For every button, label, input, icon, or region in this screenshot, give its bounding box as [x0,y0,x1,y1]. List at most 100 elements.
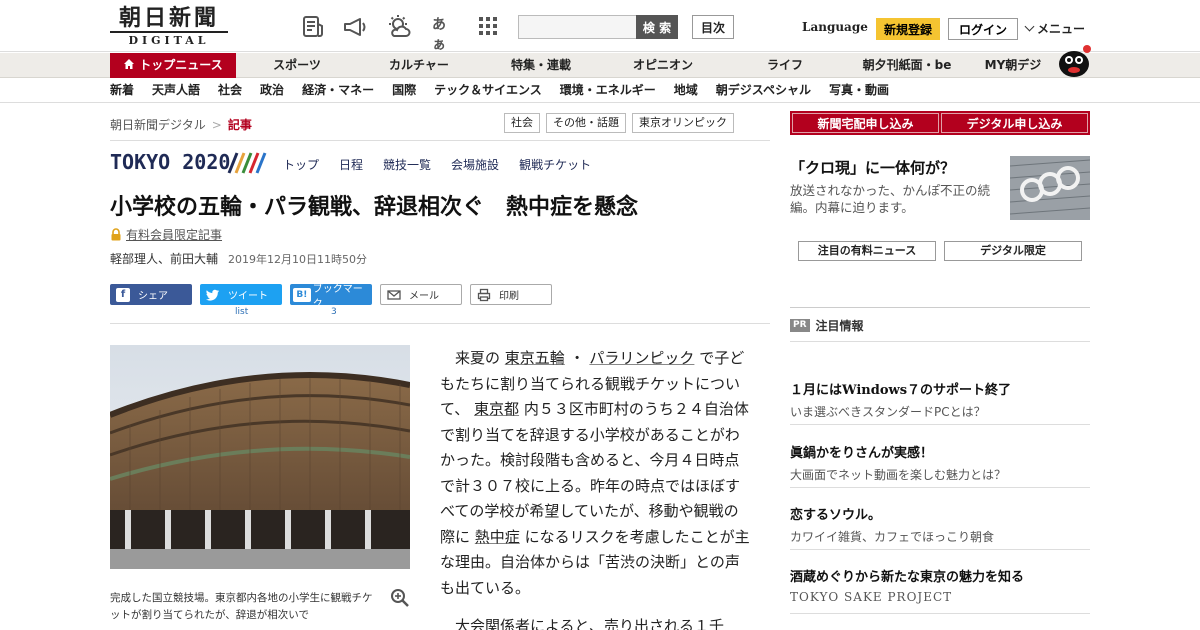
pr-item-description: 大画面でネット動画を楽しむ魅力とは？ [790,468,1007,482]
nav-culture[interactable]: カルチャー [358,53,480,78]
pr-item[interactable]: 恋するソウル。 カワイイ雑貨、カフェでほっこり朝食 [790,504,1090,550]
tokyo2020-link-top[interactable]: トップ [283,156,319,173]
subnav-politics[interactable]: 政治 [260,79,284,103]
pr-item-title: １月にはWindows７のサポート終了 [790,383,1012,398]
mail-share-label: メール [409,291,439,302]
nav-opinion[interactable]: オピニオン [602,53,724,78]
article-photo[interactable] [110,345,410,569]
subnav-society[interactable]: 社会 [218,79,242,103]
hatena-icon: B! [293,287,311,302]
promo-description[interactable]: 放送されなかった、かんぽ不正の続編。内幕に迫ります。 [790,182,1002,216]
menu-label: メニュー [1037,22,1086,36]
twitter-icon [206,289,219,301]
pr-item-title: 酒蔵めぐりから新たな東京の魅力を知る [790,570,1025,585]
tokyo2020-link-venues[interactable]: 会場施設 [451,156,499,173]
breadcrumb-separator: > [211,118,222,132]
mail-icon [387,289,401,300]
toc-button[interactable]: 目次 [692,15,734,39]
facebook-share-button[interactable]: f シェア [110,284,192,305]
newspaper-icon[interactable] [300,14,326,40]
tag-tokyo-olympics[interactable]: 東京オリンピック [632,113,734,133]
subnav-economy[interactable]: 経済・マネー [302,79,374,103]
subnav-special[interactable]: 朝デジスペシャル [716,79,811,103]
nav-life[interactable]: ライフ [724,53,846,78]
tokyo2020-link-schedule[interactable]: 日程 [339,156,363,173]
nav-top-news[interactable]: トップニュース [110,53,236,78]
search-input[interactable] [518,15,638,39]
grid-menu-icon[interactable] [478,16,498,36]
subnav-photo-video[interactable]: 写真・動画 [829,79,889,103]
site-logo[interactable]: 朝日新聞 DIGITAL [110,5,228,47]
print-button[interactable]: 印刷 [470,284,552,305]
mail-share-button[interactable]: メール [380,284,462,305]
publish-date: 2019年12月10日11時50分 [228,253,367,266]
digital-subscribe-button[interactable]: デジタル申し込み [941,113,1088,133]
breadcrumb-home[interactable]: 朝日新聞デジタル [110,118,206,132]
breadcrumb: 朝日新聞デジタル > 記事 [110,116,252,133]
keyword-link-heatstroke[interactable]: 熱中症 [475,528,520,546]
tokyo2020-link-tickets[interactable]: 観戦チケット [519,156,591,173]
register-button[interactable]: 新規登録 [876,18,940,40]
hatena-count[interactable]: 3 [331,307,337,317]
members-only-label: 有料会員限定記事 [126,228,223,242]
subnav-environment[interactable]: 環境・エネルギー [560,79,656,103]
nav-features[interactable]: 特集・連載 [480,53,602,78]
article-tags: 社会 その他・話題 東京オリンピック [504,113,734,133]
subnav-tech[interactable]: テック＆サイエンス [434,79,542,103]
chevron-down-icon [1024,21,1035,32]
menu-button[interactable]: メニュー [1024,20,1086,37]
nav-my-asahi[interactable]: MY朝デジ [968,53,1058,78]
subnav-international[interactable]: 国際 [392,79,416,103]
divider [790,341,1090,342]
article-paragraph: 大会関係者によると、売り出される１千 [455,617,724,630]
twitter-share-button[interactable]: ツイート [200,284,282,305]
news-tabs: 注目の有料ニュース デジタル限定 [798,241,1082,261]
twitter-count[interactable]: list [235,307,248,317]
megaphone-icon[interactable] [342,14,368,40]
hatena-bookmark-button[interactable]: B! ブックマーク [290,284,372,310]
subnav-tensei[interactable]: 天声人語 [152,79,200,103]
promo-title[interactable]: 「クロ現」に一体何が？ [790,157,955,178]
logo-main-text: 朝日新聞 [118,5,219,31]
pr-item-description: カワイイ雑貨、カフェでほっこり朝食 [790,530,995,544]
search-button[interactable]: 検 索 [636,15,678,39]
keyword-link-tokyo-olympics[interactable]: 東京五輪 [505,349,565,367]
photo-caption: 完成した国立競技場。東京都内各地の小学生に観戦チケットが割り当てられたが、辞退が… [110,592,373,621]
tag-society[interactable]: 社会 [504,113,540,133]
keyword-link-paralympics[interactable]: パラリンピック [589,349,694,367]
pr-section-title: 注目情報 [815,319,864,333]
facebook-icon: f [116,287,130,302]
subnav-local[interactable]: 地域 [674,79,698,103]
members-only-badge[interactable]: 有料会員限定記事 [110,226,222,243]
pr-item-title: 恋するソウル。 [790,508,882,523]
pr-item[interactable]: １月にはWindows７のサポート終了 いま選ぶべきスタンダードPCとは？ [790,379,1090,425]
tokyo2020-stripes-icon [227,152,267,174]
tab-digital-only[interactable]: デジタル限定 [944,241,1082,261]
divider [790,307,1090,308]
tab-paid-news[interactable]: 注目の有料ニュース [798,241,936,261]
keyword-link-tokyo-metro[interactable]: 東京都 [474,400,519,418]
pr-item[interactable]: 酒蔵めぐりから新たな東京の魅力を知る TOKYO SAKE PROJECT [790,566,1090,614]
tokyo2020-link-events[interactable]: 競技一覧 [383,156,431,173]
home-delivery-subscribe-button[interactable]: 新聞宅配申し込み [792,113,939,133]
tag-misc[interactable]: その他・話題 [546,113,626,133]
subscription-buttons: 新聞宅配申し込み デジタル申し込み [790,111,1090,135]
login-button[interactable]: ログイン [948,18,1018,40]
subnav-new[interactable]: 新着 [110,79,134,103]
divider [110,140,770,141]
language-link[interactable]: Language [802,20,868,34]
font-size-icon[interactable]: あぁ [432,14,458,53]
print-label: 印刷 [499,291,519,302]
promo-image[interactable] [1010,156,1090,220]
byline: 軽部理人、前田大輔 2019年12月10日11時50分 [110,250,367,267]
nhk-building-image [1010,156,1090,220]
nav-sports[interactable]: スポーツ [236,53,358,78]
zoom-in-icon[interactable] [390,588,410,608]
tokyo2020-logo[interactable]: TOKYO 2020 [110,150,230,174]
pr-item[interactable]: 眞鍋かをりさんが実感！ 大画面でネット動画を楽しむ魅力とは？ [790,442,1090,488]
nav-paper[interactable]: 朝夕刊紙面・be [846,53,968,78]
nav-top-news-label: トップニュース [139,58,223,72]
weather-icon[interactable] [386,14,412,40]
mascot-icon[interactable] [1056,44,1092,78]
twitter-share-label: ツイート [228,291,268,302]
